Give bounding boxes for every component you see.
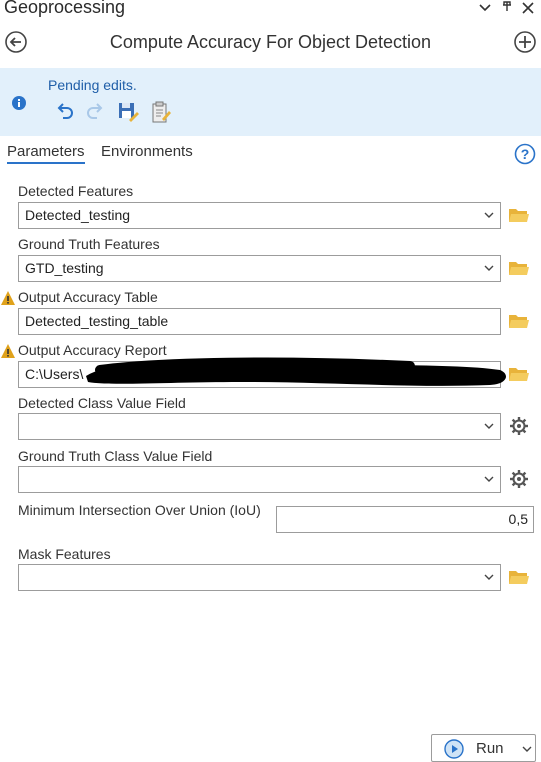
chevron-down-icon[interactable] [522, 744, 532, 754]
min-iou-label: Minimum Intersection Over Union (IoU) [18, 502, 261, 518]
close-icon[interactable] [520, 0, 536, 16]
save-edits-icon[interactable] [116, 100, 140, 124]
chevron-down-icon [484, 263, 494, 273]
ground-truth-class-value-field-label: Ground Truth Class Value Field [18, 448, 213, 464]
mask-features-label: Mask Features [18, 546, 111, 562]
play-icon [444, 739, 464, 759]
tool-title: Compute Accuracy For Object Detection [109, 32, 432, 52]
min-iou-value: 0,5 [508, 511, 528, 527]
run-label: Run [476, 740, 504, 757]
gear-icon[interactable] [508, 469, 530, 489]
run-button[interactable]: Run [431, 734, 536, 762]
tab-environments[interactable]: Environments [101, 143, 193, 160]
output-accuracy-table-value: Detected_testing_table [25, 313, 169, 329]
tab-parameters[interactable]: Parameters [7, 143, 85, 164]
pending-edits-message: Pending edits. [48, 77, 137, 93]
pin-icon[interactable] [499, 0, 515, 16]
tool-header: Compute Accuracy For Object Detection [0, 24, 541, 64]
redo-icon[interactable] [84, 100, 108, 124]
redaction-mark [80, 352, 510, 392]
info-icon [11, 95, 27, 111]
chevron-down-icon [484, 572, 494, 582]
chevron-down-icon [484, 210, 494, 220]
svg-text:?: ? [521, 146, 530, 162]
help-icon[interactable]: ? [514, 143, 536, 165]
discard-edits-icon[interactable] [148, 100, 172, 124]
ground-truth-features-dropdown[interactable]: GTD_testing [18, 255, 501, 282]
folder-icon[interactable] [508, 311, 530, 331]
detected-class-value-field-dropdown[interactable] [18, 413, 501, 440]
undo-icon[interactable] [52, 100, 76, 124]
detected-features-label: Detected Features [18, 183, 134, 199]
folder-icon[interactable] [508, 205, 530, 225]
add-circle-icon[interactable] [513, 30, 537, 54]
ground-truth-class-value-field-dropdown[interactable] [18, 466, 501, 493]
chevron-down-icon[interactable] [477, 0, 493, 16]
output-accuracy-table-input[interactable]: Detected_testing_table [18, 308, 501, 335]
folder-icon[interactable] [508, 258, 530, 278]
min-iou-input[interactable]: 0,5 [276, 506, 534, 533]
folder-icon[interactable] [508, 364, 530, 384]
gear-icon[interactable] [508, 416, 530, 436]
pane-title: Geoprocessing [4, 0, 126, 17]
ground-truth-features-value: GTD_testing [25, 260, 104, 276]
ground-truth-features-label: Ground Truth Features [18, 236, 160, 252]
chevron-down-icon [484, 421, 494, 431]
detected-features-dropdown[interactable]: Detected_testing [18, 202, 501, 229]
pane-titlebar: Geoprocessing [0, 0, 541, 22]
detected-class-value-field-label: Detected Class Value Field [18, 395, 186, 411]
parameter-tabs: Parameters Environments ? [0, 140, 541, 170]
pending-edits-banner: Pending edits. [0, 68, 541, 136]
output-accuracy-table-label: Output Accuracy Table [18, 289, 158, 305]
output-accuracy-report-value: C:\Users\ [25, 366, 84, 382]
mask-features-dropdown[interactable] [18, 564, 501, 591]
folder-icon[interactable] [508, 567, 530, 587]
detected-features-value: Detected_testing [25, 207, 131, 223]
warning-icon [0, 290, 16, 306]
warning-icon [0, 343, 16, 359]
chevron-down-icon [484, 474, 494, 484]
